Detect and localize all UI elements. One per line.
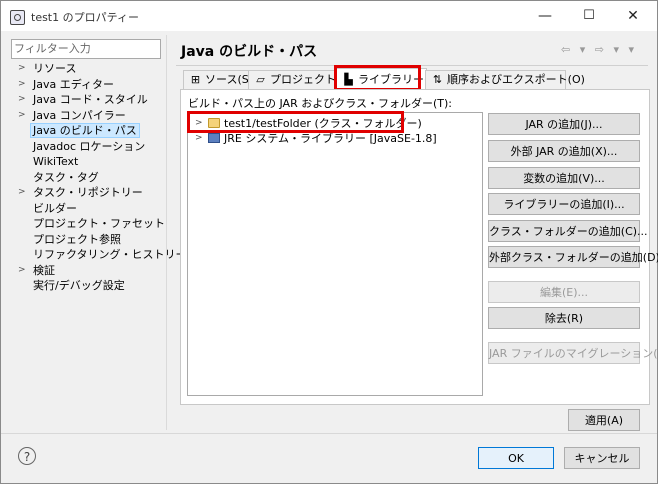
- navigation-arrows-icon[interactable]: ⇦ ▾ ⇨ ▾ ▾: [561, 43, 637, 56]
- highlight-box-libraries-tab: [334, 65, 421, 91]
- filter-input[interactable]: フィルター入力: [11, 39, 161, 59]
- tree-item-task-tags[interactable]: タスク・タグ: [11, 170, 161, 186]
- add-external-jar-button[interactable]: 外部 JAR の追加(X)...: [488, 140, 640, 162]
- tree-item-label: Java コード・スタイル: [33, 93, 148, 106]
- tree-item-label: タスク・リポジトリー: [33, 186, 143, 199]
- tree-item-java-compiler[interactable]: > Java コンパイラー: [11, 108, 161, 124]
- highlight-box-class-folder: [187, 111, 404, 133]
- tab-source-label: ソース(S): [205, 73, 254, 86]
- property-category-tree: > リソース > Java エディター > Java コード・スタイル > Java コ…: [11, 61, 187, 294]
- add-library-button[interactable]: ライブラリーの追加(I)...: [488, 193, 640, 215]
- page-title: Java のビルド・パス: [181, 44, 318, 60]
- tree-item-label: Java コンパイラー: [33, 108, 126, 122]
- chevron-right-icon[interactable]: >: [18, 185, 26, 201]
- edit-button[interactable]: 編集(E)...: [488, 281, 640, 303]
- library-item-label: JRE システム・ライブラリー [JavaSE-1.8]: [224, 132, 437, 145]
- tree-item-project-facets[interactable]: プロジェクト・ファセット: [11, 216, 165, 232]
- chevron-right-icon[interactable]: >: [18, 61, 26, 77]
- window-title: test1 のプロパティー: [31, 11, 139, 24]
- filter-placeholder: フィルター入力: [14, 42, 91, 55]
- add-class-folder-button[interactable]: クラス・フォルダーの追加(C)...: [488, 220, 648, 242]
- tree-item-validation[interactable]: > 検証: [11, 263, 161, 279]
- add-external-class-folder-button[interactable]: 外部クラス・フォルダーの追加(D)...: [488, 246, 658, 268]
- maximize-button[interactable]: ☐: [567, 1, 611, 31]
- tree-item-label: タスク・タグ: [33, 170, 99, 184]
- footer-separator: [1, 433, 657, 434]
- tab-source[interactable]: ⊞ ソース(S): [183, 70, 254, 89]
- properties-dialog: test1 のプロパティー — ☐ ✕ フィルター入力 > リソース > Java …: [0, 0, 658, 484]
- cancel-button[interactable]: キャンセル: [564, 447, 640, 469]
- close-button[interactable]: ✕: [611, 1, 655, 31]
- tree-item-label: Java エディター: [33, 77, 114, 91]
- remove-button[interactable]: 除去(R): [488, 307, 640, 329]
- chevron-right-icon[interactable]: >: [18, 108, 26, 124]
- tab-order-export[interactable]: ⇅ 順序およびエクスポート(O): [425, 70, 585, 89]
- library-tree[interactable]: > test1/testFolder (クラス・フォルダー) > JRE システ…: [187, 112, 483, 396]
- ok-button[interactable]: OK: [478, 447, 554, 469]
- tree-item-javadoc-location[interactable]: Javadoc ロケーション: [11, 139, 161, 155]
- source-folder-icon: ⊞: [190, 73, 201, 86]
- chevron-right-icon[interactable]: >: [18, 92, 26, 108]
- add-jar-button[interactable]: JAR の追加(J)...: [488, 113, 640, 135]
- add-variable-button[interactable]: 変数の追加(V)...: [488, 167, 640, 189]
- tree-item-label: 検証: [33, 263, 55, 277]
- tree-item-builders[interactable]: ビルダー: [11, 201, 161, 217]
- project-folder-icon: ▱: [256, 73, 265, 86]
- tree-item-label: 実行/デバッグ設定: [33, 279, 125, 292]
- tree-item-refactoring-history[interactable]: リファクタリング・ヒストリー: [11, 247, 187, 263]
- help-icon[interactable]: ?: [18, 447, 36, 465]
- eclipse-app-icon: [10, 10, 25, 25]
- order-export-icon: ⇅: [432, 73, 443, 86]
- tree-item-label: Javadoc ロケーション: [33, 139, 146, 153]
- tree-item-java-build-path[interactable]: Java のビルド・パス: [11, 123, 161, 139]
- tree-item-resource[interactable]: > リソース: [11, 61, 161, 77]
- apply-button[interactable]: 適用(A): [568, 409, 640, 431]
- chevron-right-icon[interactable]: >: [195, 131, 203, 146]
- tree-item-label: リソース: [33, 62, 77, 75]
- tree-item-task-repository[interactable]: > タスク・リポジトリー: [11, 185, 161, 201]
- tree-item-run-debug-settings[interactable]: 実行/デバッグ設定: [11, 278, 161, 294]
- tree-item-label: プロジェクト参照: [33, 232, 121, 246]
- library-icon: [208, 133, 220, 143]
- tree-item-label: リファクタリング・ヒストリー: [33, 248, 187, 261]
- tree-item-wikitext[interactable]: WikiText: [11, 154, 161, 170]
- tree-item-label: Java のビルド・パス: [30, 123, 140, 138]
- pane-divider[interactable]: [166, 35, 167, 430]
- title-bar: test1 のプロパティー — ☐ ✕: [1, 1, 657, 31]
- chevron-right-icon[interactable]: >: [18, 77, 26, 93]
- tree-item-java-code-style[interactable]: > Java コード・スタイル: [11, 92, 161, 108]
- tab-order-export-label: 順序およびエクスポート(O): [447, 73, 585, 86]
- tree-item-java-editor[interactable]: > Java エディター: [11, 77, 161, 93]
- tab-projects[interactable]: ▱ プロジェクト(P): [248, 70, 351, 89]
- tree-item-label: プロジェクト・ファセット: [33, 217, 165, 230]
- build-path-label: ビルド・パス上の JAR およびクラス・フォルダー(T):: [188, 97, 452, 110]
- migrate-jar-button[interactable]: JAR ファイルのマイグレーション(M)...: [488, 342, 658, 364]
- tree-item-project-references[interactable]: プロジェクト参照: [11, 232, 161, 248]
- tree-item-label: WikiText: [33, 155, 79, 168]
- chevron-right-icon[interactable]: >: [18, 263, 26, 279]
- tree-item-label: ビルダー: [33, 201, 77, 215]
- minimize-button[interactable]: —: [523, 1, 567, 31]
